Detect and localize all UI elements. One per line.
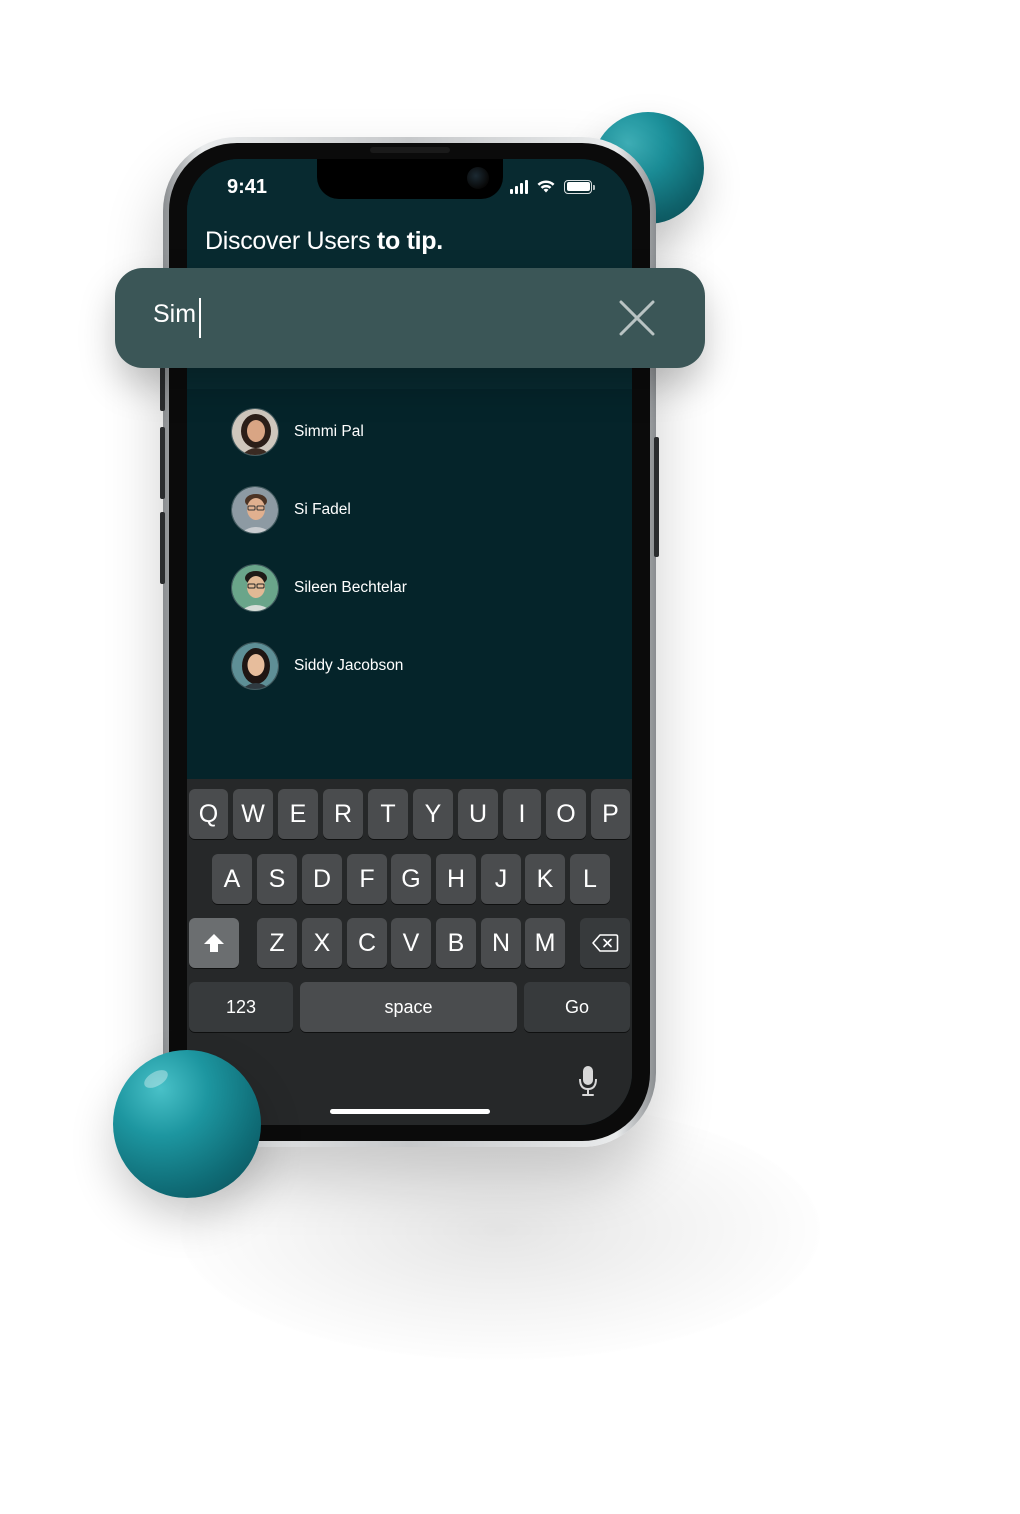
go-key[interactable]: Go xyxy=(524,982,630,1032)
result-name: Simmi Pal xyxy=(294,423,364,440)
key-t[interactable]: T xyxy=(368,789,408,839)
speaker-grille xyxy=(370,147,450,153)
key-a[interactable]: A xyxy=(212,854,252,904)
key-n[interactable]: N xyxy=(481,918,521,968)
clear-search-button[interactable] xyxy=(615,296,659,340)
result-item-siddy-jacobson[interactable]: Siddy Jacobson xyxy=(231,627,591,705)
front-camera xyxy=(467,167,489,189)
shift-key[interactable] xyxy=(189,918,239,968)
power-button xyxy=(654,437,659,557)
home-indicator[interactable] xyxy=(330,1109,490,1114)
volume-up-button xyxy=(160,427,165,499)
shift-icon xyxy=(204,934,224,952)
key-m[interactable]: M xyxy=(525,918,565,968)
key-w[interactable]: W xyxy=(233,789,273,839)
text-cursor xyxy=(199,298,201,338)
avatar-photo-man-2 xyxy=(231,564,279,612)
key-i[interactable]: I xyxy=(503,789,541,839)
key-e[interactable]: E xyxy=(278,789,318,839)
avatar-photo-woman-2 xyxy=(231,642,279,690)
page-title-bold: to tip. xyxy=(370,227,443,255)
page-title-regular: Discover Users xyxy=(205,227,371,255)
delete-key[interactable] xyxy=(580,918,630,968)
result-name: Siddy Jacobson xyxy=(294,657,404,674)
backspace-icon xyxy=(592,934,619,952)
volume-down-button xyxy=(160,512,165,584)
result-item-simmi-pal[interactable]: Simmi Pal xyxy=(231,393,591,471)
result-name: Si Fadel xyxy=(294,501,351,518)
result-name: Sileen Bechtelar xyxy=(294,579,407,596)
key-y[interactable]: Y xyxy=(413,789,453,839)
key-g[interactable]: G xyxy=(391,854,431,904)
microphone-icon xyxy=(579,1066,597,1096)
space-key[interactable]: space xyxy=(300,982,517,1032)
key-x[interactable]: X xyxy=(302,918,342,968)
result-item-sileen-bechtelar[interactable]: Sileen Bechtelar xyxy=(231,549,591,627)
key-c[interactable]: C xyxy=(347,918,387,968)
key-j[interactable]: J xyxy=(481,854,521,904)
mute-switch xyxy=(160,367,165,411)
dictation-button[interactable] xyxy=(577,1064,599,1100)
key-b[interactable]: B xyxy=(436,918,476,968)
status-icons xyxy=(510,179,595,194)
close-icon xyxy=(619,300,655,336)
key-l[interactable]: L xyxy=(570,854,610,904)
key-k[interactable]: K xyxy=(525,854,565,904)
status-time: 9:41 xyxy=(227,176,268,198)
key-h[interactable]: H xyxy=(436,854,476,904)
key-v[interactable]: V xyxy=(391,918,431,968)
numbers-key[interactable]: 123 xyxy=(189,982,293,1032)
battery-icon xyxy=(564,179,595,194)
notch xyxy=(317,159,503,199)
key-q[interactable]: Q xyxy=(189,789,228,839)
avatar-photo-woman-1 xyxy=(231,408,279,456)
signal-bars-icon xyxy=(510,179,528,194)
key-f[interactable]: F xyxy=(347,854,387,904)
avatar-photo-man-1 xyxy=(231,486,279,534)
search-input[interactable]: Sim xyxy=(153,300,196,329)
key-p[interactable]: P xyxy=(591,789,630,839)
search-results-list: Simmi Pal Si Fadel Sileen Bechtelar Sidd… xyxy=(231,393,591,705)
key-d[interactable]: D xyxy=(302,854,342,904)
result-item-si-fadel[interactable]: Si Fadel xyxy=(231,471,591,549)
page-title: Discover Users to tip. xyxy=(205,227,443,256)
on-screen-keyboard: Q W E R T Y U I O P A S D F G H J K L Z … xyxy=(187,779,632,1125)
wifi-icon xyxy=(537,180,555,193)
key-o[interactable]: O xyxy=(546,789,586,839)
key-r[interactable]: R xyxy=(323,789,363,839)
key-u[interactable]: U xyxy=(458,789,498,839)
decorative-sphere-bottom xyxy=(113,1050,261,1198)
key-z[interactable]: Z xyxy=(257,918,297,968)
search-bar[interactable]: Sim xyxy=(115,268,705,368)
key-s[interactable]: S xyxy=(257,854,297,904)
